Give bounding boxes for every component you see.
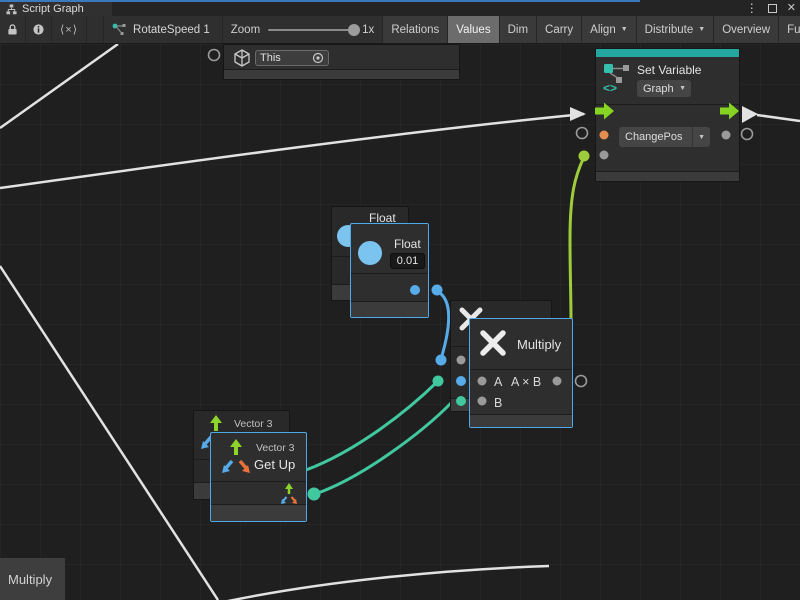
this-node-left-port[interactable]: [209, 50, 220, 61]
this-field-value: This: [260, 52, 281, 64]
flow-wire-bottom: [214, 566, 549, 600]
graph-toolbar: ⟨×⟩ RotateSpeed 1 Zoom 1x Relations Valu…: [0, 16, 800, 44]
zoom-label: Zoom: [231, 24, 260, 36]
flow-wire-topleft: [0, 44, 118, 128]
tab-title: Script Graph: [22, 3, 84, 15]
lock-button[interactable]: [0, 16, 26, 43]
chevron-down-icon: ▼: [679, 80, 691, 97]
fullscreen-button[interactable]: Full Screen: [779, 16, 800, 43]
window-menu-icon[interactable]: ⋮: [746, 2, 758, 15]
inspect-button[interactable]: [26, 16, 52, 43]
multiply-node[interactable]: Multiply A A × B B: [469, 318, 573, 428]
window-maximize-icon[interactable]: [768, 4, 777, 13]
float-icon: [358, 241, 382, 265]
node-tooltip: Multiply: [0, 558, 65, 600]
flow-arrowhead-in: [570, 107, 586, 121]
wire-start-teal: [308, 488, 321, 501]
overview-label: Overview: [722, 24, 770, 36]
multiply-icon: [478, 328, 508, 358]
wire-end-blue: [436, 355, 447, 366]
graph-breadcrumb[interactable]: RotateSpeed 1: [104, 16, 223, 43]
fullscreen-label: Full Screen: [787, 24, 800, 36]
code-brackets-icon: ⟨×⟩: [60, 23, 78, 36]
info-icon: [33, 23, 44, 36]
value-wire-getup-to-multiply-front: [315, 402, 452, 494]
chevron-down-icon: ▼: [621, 26, 628, 33]
value-wire-getup-to-multiply-back: [297, 382, 437, 473]
relations-button[interactable]: Relations: [383, 16, 448, 43]
title-bar: Script Graph ⋮ ✕: [0, 0, 800, 16]
flow-wire-bottomleft: [0, 266, 218, 600]
toolbar-spacer: [87, 16, 104, 43]
angle-brackets-glyph: <>: [603, 81, 617, 94]
zoom-slider[interactable]: [268, 29, 354, 31]
setvariable-left-port[interactable]: [577, 128, 588, 139]
carry-button[interactable]: Carry: [537, 16, 582, 43]
cube-icon: [233, 49, 251, 67]
zoom-value: 1x: [362, 24, 374, 36]
wire-end-lime: [579, 151, 590, 162]
float-node-title: Float: [394, 237, 421, 251]
getup-node-title: Get Up: [254, 457, 295, 472]
lock-icon: [7, 23, 18, 36]
set-variable-icon: <>: [602, 62, 632, 94]
graph-icon: [6, 4, 17, 15]
wire-start-blue: [432, 285, 443, 296]
setvariable-right-port[interactable]: [742, 129, 753, 140]
vector3-type-label: Vector 3: [234, 418, 273, 430]
variable-accent-bar: [596, 49, 739, 57]
relations-label: Relations: [391, 24, 439, 36]
script-machine-icon: [112, 23, 127, 36]
script-graph-window: Script Graph ⋮ ✕ ⟨×⟩: [0, 0, 800, 600]
overview-button[interactable]: Overview: [714, 16, 779, 43]
value-wire-multiply-to-setvariable: [570, 157, 584, 321]
distribute-label: Distribute: [645, 24, 694, 36]
zoom-control: Zoom 1x: [223, 16, 384, 43]
this-node[interactable]: This: [223, 44, 460, 80]
float-node[interactable]: Float 0.01: [350, 223, 429, 318]
carry-label: Carry: [545, 24, 573, 36]
tooltip-label: Multiply: [8, 572, 52, 587]
output-axb-label: A × B: [511, 375, 541, 389]
align-button[interactable]: Align ▼: [582, 16, 637, 43]
align-label: Align: [590, 24, 616, 36]
flow-wire-to-setvariable: [0, 114, 584, 188]
variable-kind-dropdown[interactable]: Graph ▼: [637, 80, 691, 97]
zoom-slider-handle[interactable]: [348, 24, 360, 36]
float-value-input[interactable]: 0.01: [390, 253, 425, 269]
object-picker-icon[interactable]: [312, 52, 324, 64]
tab-script-graph[interactable]: Script Graph: [0, 2, 112, 16]
chevron-down-icon: ▼: [692, 127, 710, 147]
port-a-label: A: [494, 375, 502, 389]
variable-name-dropdown[interactable]: ChangePos ▼: [619, 127, 710, 147]
set-variable-title: Set Variable: [637, 63, 701, 77]
window-close-icon[interactable]: ✕: [787, 2, 796, 14]
variable-kind-value: Graph: [637, 83, 679, 95]
graph-canvas[interactable]: Multiply Float Float 0.01: [0, 44, 800, 600]
vector3-icon: [219, 438, 253, 476]
values-label: Values: [456, 24, 490, 36]
wire-end-teal: [433, 376, 444, 387]
variable-name-value: ChangePos: [619, 131, 692, 143]
edit-graph-button[interactable]: ⟨×⟩: [52, 16, 87, 43]
dim-button[interactable]: Dim: [500, 16, 537, 43]
set-variable-node[interactable]: <> Set Variable Graph ▼ ChangePos ▼: [595, 48, 740, 182]
flow-arrowhead-out: [742, 106, 758, 123]
dim-label: Dim: [508, 24, 528, 36]
getup-node[interactable]: Vector 3 Get Up: [210, 432, 307, 522]
distribute-button[interactable]: Distribute ▼: [637, 16, 715, 43]
port-b-label: B: [494, 396, 502, 410]
this-object-field[interactable]: This: [255, 50, 329, 66]
graph-name-label: RotateSpeed 1: [133, 24, 210, 36]
value-wire-float-to-multiply: [437, 291, 449, 359]
multiply-right-port[interactable]: [576, 376, 587, 387]
flow-wire-from-setvariable: [757, 115, 800, 121]
chevron-down-icon: ▼: [698, 26, 705, 33]
vector3-type-label: Vector 3: [256, 442, 295, 454]
values-button[interactable]: Values: [448, 16, 499, 43]
multiply-node-title: Multiply: [517, 337, 561, 352]
